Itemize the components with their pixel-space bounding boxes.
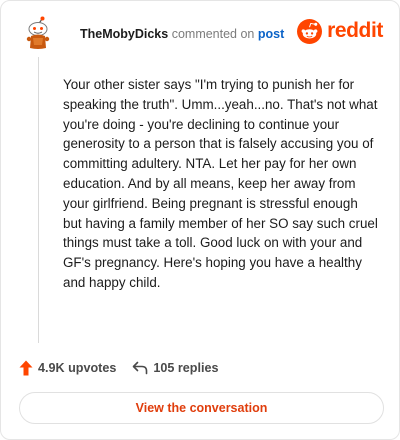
reddit-wordmark: reddit (327, 19, 383, 42)
comment-actions: 4.9K upvotes 105 replies (19, 358, 219, 378)
upvote-arrow-icon (19, 360, 33, 376)
reddit-logo-icon (297, 18, 323, 44)
comment-meta: TheMobyDicks commented on post (80, 26, 284, 42)
action-text: commented on (171, 27, 255, 41)
thread-line (38, 57, 39, 343)
replies-count: 105 replies (153, 361, 219, 375)
replies-button[interactable]: 105 replies (132, 361, 219, 375)
username[interactable]: TheMobyDicks (80, 27, 168, 41)
post-link[interactable]: post (258, 27, 284, 41)
reply-arrow-icon (133, 361, 148, 375)
view-conversation-button[interactable]: View the conversation (19, 392, 384, 424)
comment-header: TheMobyDicks commented on post reddit (18, 15, 383, 55)
avatar[interactable] (20, 15, 56, 51)
comment-card: TheMobyDicks commented on post reddit Yo… (0, 0, 400, 440)
upvotes-count: 4.9K upvotes (38, 361, 117, 375)
upvote-button[interactable]: 4.9K upvotes (19, 360, 116, 376)
reddit-brand[interactable]: reddit (297, 18, 383, 44)
comment-body: Your other sister says "I'm trying to pu… (63, 77, 378, 290)
